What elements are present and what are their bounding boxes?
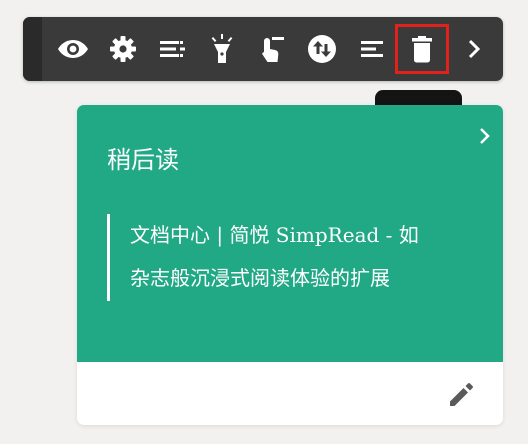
card-header: 稍后读 文档中心 | 简悦 SimpRead - 如 杂志般沉浸式阅读体验的扩展 bbox=[77, 105, 503, 362]
gear-icon bbox=[110, 36, 136, 62]
card-quote[interactable]: 文档中心 | 简悦 SimpRead - 如 杂志般沉浸式阅读体验的扩展 bbox=[107, 214, 477, 301]
settings-button[interactable] bbox=[103, 29, 143, 69]
chevron-right-icon bbox=[468, 39, 481, 59]
swap-button[interactable] bbox=[302, 29, 342, 69]
align-button[interactable] bbox=[352, 29, 392, 69]
swap-vertical-icon bbox=[308, 35, 336, 63]
flashlight-icon bbox=[211, 34, 233, 63]
card-open-button[interactable] bbox=[475, 123, 495, 149]
list-button[interactable] bbox=[153, 29, 193, 69]
more-button[interactable] bbox=[454, 29, 494, 69]
eye-button[interactable] bbox=[53, 29, 93, 69]
eye-icon bbox=[58, 40, 88, 58]
list-icon bbox=[160, 41, 185, 57]
touch-button[interactable] bbox=[252, 29, 292, 69]
read-later-card: 稍后读 文档中心 | 简悦 SimpRead - 如 杂志般沉浸式阅读体验的扩展 bbox=[77, 105, 503, 425]
pencil-icon bbox=[450, 383, 473, 406]
align-left-icon bbox=[361, 41, 383, 57]
card-title: 稍后读 bbox=[107, 146, 179, 174]
toolbar-drag-handle[interactable] bbox=[23, 17, 42, 81]
card-quote-line: 杂志般沉浸式阅读体验的扩展 bbox=[130, 266, 390, 290]
card-quote-line: 文档中心 | 简悦 SimpRead - 如 bbox=[130, 223, 419, 247]
trash-icon bbox=[412, 36, 432, 63]
delete-button[interactable] bbox=[395, 24, 449, 74]
edit-button[interactable] bbox=[445, 377, 479, 411]
flashlight-button[interactable] bbox=[202, 29, 242, 69]
touch-icon bbox=[262, 37, 284, 62]
action-toolbar bbox=[23, 17, 503, 81]
chevron-right-icon bbox=[480, 128, 490, 144]
